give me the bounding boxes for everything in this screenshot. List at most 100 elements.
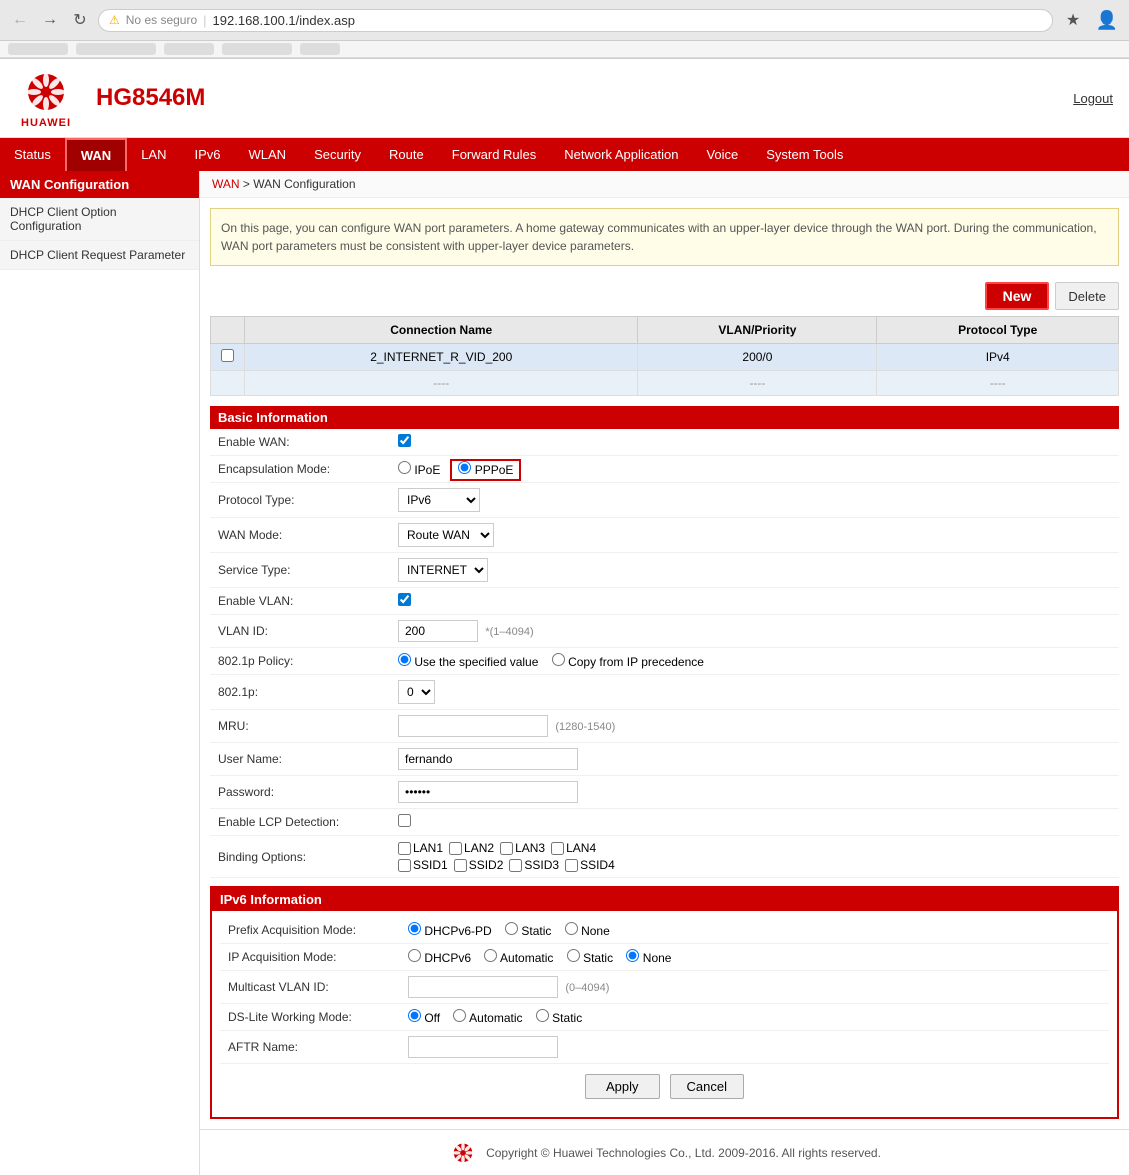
ip-none-label[interactable]: None [626, 951, 671, 965]
enable-vlan-checkbox[interactable] [398, 593, 411, 606]
wan-table: Connection Name VLAN/Priority Protocol T… [210, 316, 1119, 396]
aftr-input[interactable] [408, 1036, 558, 1058]
vlan-id-input[interactable] [398, 620, 478, 642]
ip-dhcpv6-label[interactable]: DHCPv6 [408, 951, 471, 965]
app-header: HUAWEI HG8546M Logout [0, 59, 1129, 138]
nav-status[interactable]: Status [0, 138, 65, 171]
prefix-dhcpv6pd-radio[interactable] [408, 922, 421, 935]
bookmark-item[interactable] [76, 43, 156, 55]
ip-none-radio[interactable] [626, 949, 639, 962]
row-checkbox[interactable] [221, 349, 234, 362]
policy-specified-label[interactable]: Use the specified value [398, 655, 538, 669]
vlan-id-row: VLAN ID: *(1–4094) [210, 615, 1119, 648]
prefix-none-label[interactable]: None [565, 924, 610, 938]
back-button[interactable]: ← [8, 8, 32, 32]
basic-info-section: Basic Information Enable WAN: Encapsulat… [210, 406, 1119, 878]
nav-system-tools[interactable]: System Tools [752, 138, 857, 171]
delete-button[interactable]: Delete [1055, 282, 1119, 310]
binding-lan4-checkbox[interactable] [551, 842, 564, 855]
encap-pppoe-radio[interactable] [458, 461, 471, 474]
protocol-select[interactable]: IPv4 IPv6 IPv4/IPv6 [398, 488, 480, 512]
dot1p-select[interactable]: 0 1 2 3 4 5 6 7 [398, 680, 435, 704]
sidebar-header: WAN Configuration [0, 171, 199, 198]
dslite-off-radio[interactable] [408, 1009, 421, 1022]
multicast-vlan-input[interactable] [408, 976, 558, 998]
nav-forward-rules[interactable]: Forward Rules [438, 138, 551, 171]
mru-value: (1280-1540) [390, 710, 1119, 743]
dslite-static-label[interactable]: Static [536, 1011, 582, 1025]
sidebar-item-dhcp-option[interactable]: DHCP Client Option Configuration [0, 198, 199, 241]
binding-ssid2[interactable]: SSID2 [454, 858, 504, 872]
dslite-automatic-label[interactable]: Automatic [453, 1011, 522, 1025]
dslite-automatic-radio[interactable] [453, 1009, 466, 1022]
encap-ipoe-radio[interactable] [398, 461, 411, 474]
ip-static-radio[interactable] [567, 949, 580, 962]
dslite-off-label[interactable]: Off [408, 1011, 440, 1025]
policy-copy-label[interactable]: Copy from IP precedence [552, 655, 704, 669]
binding-lan2-checkbox[interactable] [449, 842, 462, 855]
profile-button[interactable]: 👤 [1093, 6, 1121, 34]
enable-lcp-checkbox[interactable] [398, 814, 411, 827]
enable-wan-checkbox[interactable] [398, 434, 411, 447]
password-input[interactable] [398, 781, 578, 803]
policy-label: 802.1p Policy: [210, 648, 390, 675]
binding-ssid1[interactable]: SSID1 [398, 858, 448, 872]
bookmark-star-button[interactable]: ★ [1059, 6, 1087, 34]
binding-lan1-checkbox[interactable] [398, 842, 411, 855]
binding-lan3-checkbox[interactable] [500, 842, 513, 855]
reload-button[interactable]: ↻ [68, 8, 92, 32]
binding-ssid2-checkbox[interactable] [454, 859, 467, 872]
ip-automatic-radio[interactable] [484, 949, 497, 962]
multicast-vlan-row: Multicast VLAN ID: (0–4094) [220, 971, 1109, 1004]
policy-specified-radio[interactable] [398, 653, 411, 666]
bookmark-item[interactable] [8, 43, 68, 55]
prefix-static-label[interactable]: Static [505, 924, 551, 938]
bookmark-item[interactable] [300, 43, 340, 55]
ip-dhcpv6-radio[interactable] [408, 949, 421, 962]
policy-copy-radio[interactable] [552, 653, 565, 666]
binding-ssid1-checkbox[interactable] [398, 859, 411, 872]
nav-network-application[interactable]: Network Application [550, 138, 692, 171]
bookmark-item[interactable] [222, 43, 292, 55]
address-bar[interactable]: ⚠ No es seguro | 192.168.100.1/index.asp [98, 9, 1053, 32]
prefix-static-radio[interactable] [505, 922, 518, 935]
nav-ipv6[interactable]: IPv6 [181, 138, 235, 171]
prefix-dhcpv6pd-label[interactable]: DHCPv6-PD [408, 924, 492, 938]
binding-ssid3[interactable]: SSID3 [509, 858, 559, 872]
nav-wlan[interactable]: WLAN [235, 138, 301, 171]
encap-pppoe-label[interactable]: PPPoE [450, 459, 521, 481]
logout-button[interactable]: Logout [1073, 91, 1113, 106]
binding-ssid3-checkbox[interactable] [509, 859, 522, 872]
service-type-select[interactable]: INTERNET OTHER [398, 558, 488, 582]
binding-lan1[interactable]: LAN1 [398, 841, 443, 855]
binding-ssid4-checkbox[interactable] [565, 859, 578, 872]
forward-button[interactable]: → [38, 8, 62, 32]
prefix-acq-label: Prefix Acquisition Mode: [220, 917, 400, 944]
prefix-none-radio[interactable] [565, 922, 578, 935]
new-button[interactable]: New [985, 282, 1050, 310]
huawei-logo [16, 67, 76, 117]
ip-automatic-label[interactable]: Automatic [484, 951, 553, 965]
ip-static-label[interactable]: Static [567, 951, 613, 965]
nav-route[interactable]: Route [375, 138, 438, 171]
nav-voice[interactable]: Voice [692, 138, 752, 171]
enable-wan-row: Enable WAN: [210, 429, 1119, 456]
nav-wan[interactable]: WAN [65, 138, 127, 171]
username-input[interactable] [398, 748, 578, 770]
apply-button[interactable]: Apply [585, 1074, 660, 1099]
sidebar-item-dhcp-request[interactable]: DHCP Client Request Parameter [0, 241, 199, 270]
binding-lan4[interactable]: LAN4 [551, 841, 596, 855]
dslite-static-radio[interactable] [536, 1009, 549, 1022]
breadcrumb-parent[interactable]: WAN [212, 177, 240, 191]
cancel-button[interactable]: Cancel [670, 1074, 744, 1099]
protocol-type-row: Protocol Type: IPv4 IPv6 IPv4/IPv6 [210, 483, 1119, 518]
binding-ssid4[interactable]: SSID4 [565, 858, 615, 872]
binding-lan3[interactable]: LAN3 [500, 841, 545, 855]
mru-input[interactable] [398, 715, 548, 737]
nav-security[interactable]: Security [300, 138, 375, 171]
nav-lan[interactable]: LAN [127, 138, 180, 171]
wan-mode-select[interactable]: Route WAN Bridge WAN [398, 523, 494, 547]
binding-lan2[interactable]: LAN2 [449, 841, 494, 855]
bookmark-item[interactable] [164, 43, 214, 55]
encap-ipoe-label[interactable]: IPoE [398, 463, 440, 477]
